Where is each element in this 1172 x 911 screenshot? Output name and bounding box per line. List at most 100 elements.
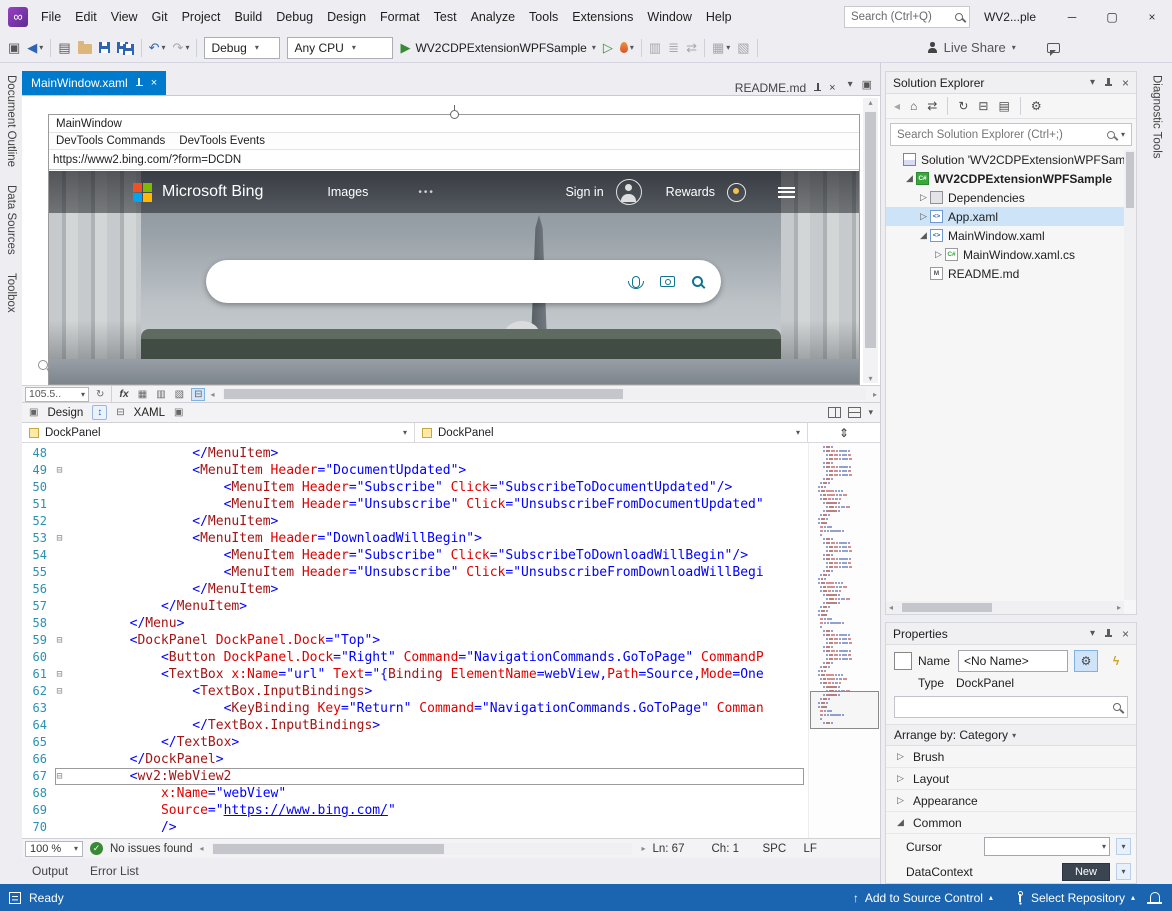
collapse-all-icon[interactable]: ⊟ (978, 99, 988, 113)
code-line[interactable]: 52 </MenuItem> (22, 513, 880, 530)
property-category-row[interactable]: ◢ Common (886, 812, 1136, 834)
scrollbar-thumb[interactable] (902, 603, 992, 612)
menubar-item[interactable]: Debug (269, 6, 320, 28)
scrollbar-thumb[interactable] (213, 844, 444, 854)
fold-icon[interactable] (52, 564, 67, 581)
close-button[interactable]: × (1132, 0, 1172, 33)
quick-search-box[interactable]: Search (Ctrl+Q) (844, 6, 970, 28)
fold-icon[interactable] (52, 649, 67, 666)
indent-icon[interactable]: ⇄ (686, 40, 697, 56)
issues-label[interactable]: No issues found (110, 843, 192, 855)
select-repository-button[interactable]: Select Repository ▴ (1004, 884, 1146, 911)
name-input[interactable]: <No Name> (958, 650, 1068, 672)
fold-icon[interactable] (52, 479, 67, 496)
menubar-item[interactable]: View (104, 6, 145, 28)
code-line[interactable]: 49 ⊟ <MenuItem Header="DocumentUpdated"> (22, 462, 880, 479)
property-marker-button[interactable]: ▾ (1116, 863, 1131, 880)
bing-logo-text[interactable]: Microsoft Bing (162, 183, 263, 201)
snaplines-icon[interactable]: ▧ (173, 389, 186, 400)
menubar-item[interactable]: Tools (522, 6, 565, 28)
active-files-dropdown-icon[interactable]: ▾ (848, 79, 853, 90)
code-line[interactable]: 64 </TextBox.InputBindings> (22, 717, 880, 734)
scroll-left-icon[interactable]: ◂ (199, 844, 203, 853)
fold-icon[interactable]: ⊟ (52, 462, 67, 479)
health-indicator-icon[interactable]: ✓ (90, 842, 103, 855)
scrollbar-thumb[interactable] (865, 112, 876, 348)
chevron-down-icon[interactable]: ▾ (1090, 628, 1095, 639)
microphone-icon[interactable] (632, 276, 640, 288)
save-icon[interactable] (99, 42, 110, 53)
tab-mainwindow-xaml[interactable]: MainWindow.xaml × (22, 71, 166, 95)
preview-url-textbox[interactable]: https://www2.bing.com/?form=DCDN (49, 150, 859, 170)
xaml-tab[interactable]: XAML (134, 407, 165, 419)
designer-pan-zoom-icon[interactable] (38, 359, 48, 373)
tree-horizontal-scrollbar[interactable]: ◂ ▸ (886, 601, 1124, 614)
add-to-source-control-button[interactable]: ↑ Add to Source Control ▴ (842, 884, 1004, 911)
xaml-designer-surface[interactable]: MainWindow DevTools Commands DevTools Ev… (22, 95, 880, 385)
tab-readme-md[interactable]: README.md × (727, 81, 844, 95)
code-line[interactable]: 63 <KeyBinding Key="Return" Command="Nav… (22, 700, 880, 717)
comment-icon[interactable]: ≣ (668, 40, 679, 56)
design-window-preview[interactable]: MainWindow DevTools Commands DevTools Ev… (48, 114, 860, 385)
tree-row[interactable]: M README.md (886, 264, 1136, 283)
solution-explorer-header[interactable]: Solution Explorer ▾ × (886, 72, 1136, 94)
tree-vertical-scrollbar[interactable] (1124, 150, 1136, 600)
pin-icon[interactable] (813, 83, 822, 93)
pin-icon[interactable] (1104, 78, 1113, 88)
notifications-bell-icon[interactable] (1150, 892, 1160, 902)
sync-with-active-document-icon[interactable]: ↻ (958, 99, 968, 113)
live-share-button[interactable]: Live Share ▾ (927, 40, 1016, 55)
designer-horizontal-scrollbar[interactable] (222, 388, 866, 400)
expander-icon[interactable]: ◢ (917, 230, 930, 241)
right-tool-tab[interactable]: Diagnostic Tools (1151, 75, 1163, 159)
properties-wrench-icon[interactable]: ⚙ (1031, 99, 1042, 113)
solution-explorer-search-box[interactable]: Search Solution Explorer (Ctrl+;) ▾ (890, 123, 1132, 146)
fold-icon[interactable] (52, 785, 67, 802)
split-resize-handle[interactable]: ⇕ (808, 423, 880, 442)
minimize-button[interactable]: ─ (1052, 0, 1092, 33)
properties-header[interactable]: Properties ▾ × (886, 623, 1136, 645)
menubar-item[interactable]: File (34, 6, 68, 28)
fold-icon[interactable] (52, 717, 67, 734)
start-debugging-button[interactable]: ▶ WV2CDPExtensionWPFSample ▾ (400, 40, 595, 56)
navigate-back-icon[interactable]: ◀▾ (27, 40, 43, 56)
expander-icon[interactable]: ▷ (917, 192, 930, 203)
expander-icon[interactable]: ▷ (894, 773, 907, 784)
window-layout-icon[interactable]: ▣ (8, 40, 20, 56)
code-line[interactable]: 56 </MenuItem> (22, 581, 880, 598)
show-all-files-icon[interactable]: ▤ (998, 99, 1009, 113)
selection-anchor-icon[interactable] (450, 110, 459, 119)
fold-icon[interactable] (52, 598, 67, 615)
pin-icon[interactable] (135, 78, 144, 88)
code-line[interactable]: 53 ⊟ <MenuItem Header="DownloadWillBegin… (22, 530, 880, 547)
menubar-item[interactable]: Project (175, 6, 228, 28)
code-line[interactable]: 70 /> (22, 819, 880, 836)
code-line[interactable]: 65 </TextBox> (22, 734, 880, 751)
effects-toggle-icon[interactable]: fx (117, 388, 130, 400)
expander-icon[interactable]: ▷ (894, 751, 907, 762)
menubar-item[interactable]: Edit (68, 6, 104, 28)
maximize-button[interactable]: ▢ (1092, 0, 1132, 33)
code-line[interactable]: 68 x:Name="webView" (22, 785, 880, 802)
pin-icon[interactable] (1104, 629, 1113, 639)
minimap-viewport[interactable] (810, 691, 879, 729)
scrollbar-thumb[interactable] (1126, 152, 1134, 208)
breadcrumb-element-left[interactable]: DockPanel ▾ (22, 423, 415, 442)
code-line[interactable]: 66 </DockPanel> (22, 751, 880, 768)
scroll-right-icon[interactable]: ▸ (873, 390, 877, 399)
undo-icon[interactable]: ↶▾ (149, 40, 166, 56)
tree-row[interactable]: Solution 'WV2CDPExtensionWPFSample' (886, 150, 1136, 169)
background-tasks-icon[interactable] (9, 892, 21, 904)
menubar-item[interactable]: Design (320, 6, 373, 28)
designer-vertical-scrollbar[interactable]: ▴ ▾ (863, 98, 878, 383)
swap-panes-icon[interactable]: ↕ (92, 405, 107, 420)
more-menu-icon[interactable]: ••• (418, 187, 435, 198)
redo-icon[interactable]: ↷▾ (173, 40, 190, 56)
code-line[interactable]: 67 ⊟ <wv2:WebView2 (22, 768, 880, 785)
start-without-debugging-icon[interactable]: ▷ (603, 40, 613, 56)
property-category-row[interactable]: ▷ Layout (886, 768, 1136, 790)
rewards-medal-icon[interactable] (727, 183, 746, 202)
expander-icon[interactable]: ◢ (894, 817, 907, 828)
expander-icon[interactable]: ◢ (903, 173, 916, 184)
fold-icon[interactable]: ⊟ (52, 683, 67, 700)
